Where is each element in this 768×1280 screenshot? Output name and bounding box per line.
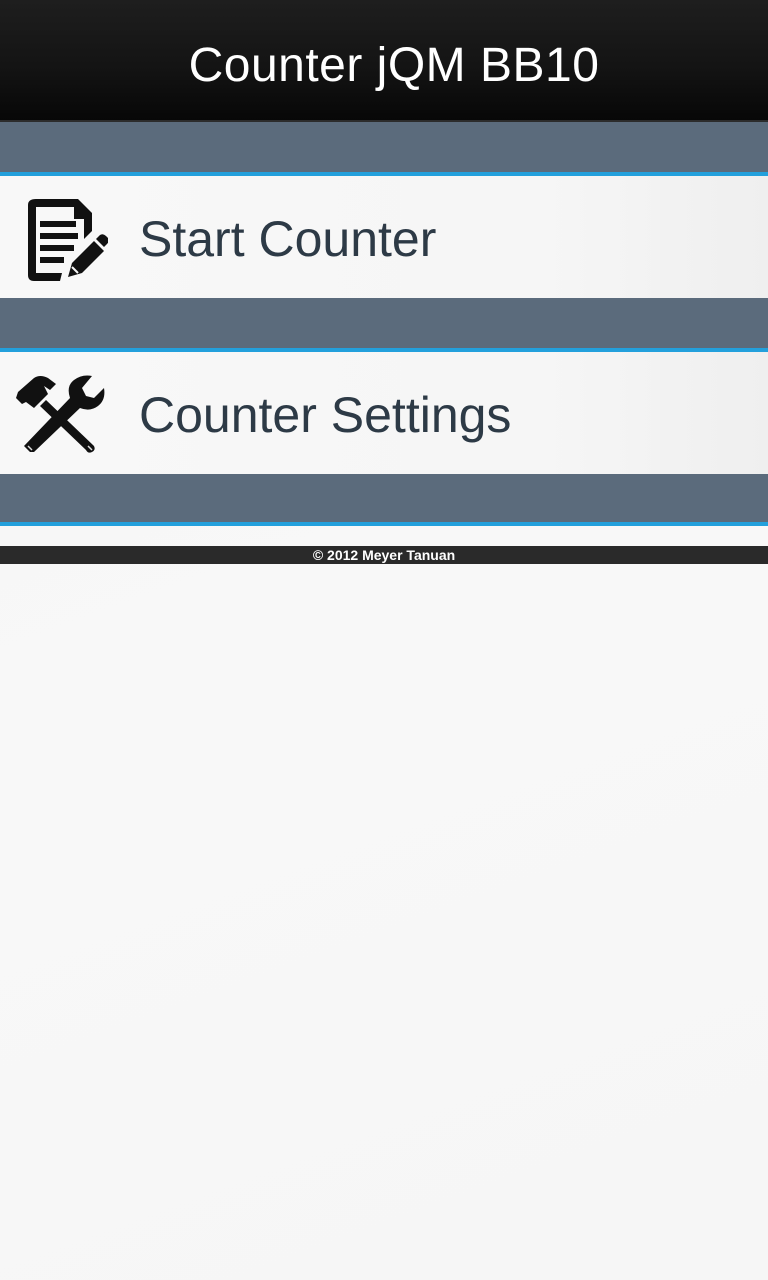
list-divider-middle bbox=[0, 298, 768, 352]
document-edit-icon bbox=[26, 197, 109, 283]
start-counter-label: Start Counter bbox=[139, 211, 437, 267]
counter-settings-label: Counter Settings bbox=[139, 387, 512, 443]
counter-settings-button[interactable]: Counter Settings bbox=[0, 352, 768, 474]
footer-bar: © 2012 Meyer Tanuan bbox=[0, 546, 768, 564]
start-counter-button[interactable]: Start Counter bbox=[0, 176, 768, 298]
page-title: Counter jQM BB10 bbox=[188, 39, 600, 92]
header-bar: Counter jQM BB10 bbox=[0, 0, 768, 122]
copyright-text: © 2012 Meyer Tanuan bbox=[312, 547, 456, 563]
list-divider-top bbox=[0, 122, 768, 176]
tools-icon bbox=[14, 374, 106, 454]
list-divider-bottom bbox=[0, 474, 768, 526]
